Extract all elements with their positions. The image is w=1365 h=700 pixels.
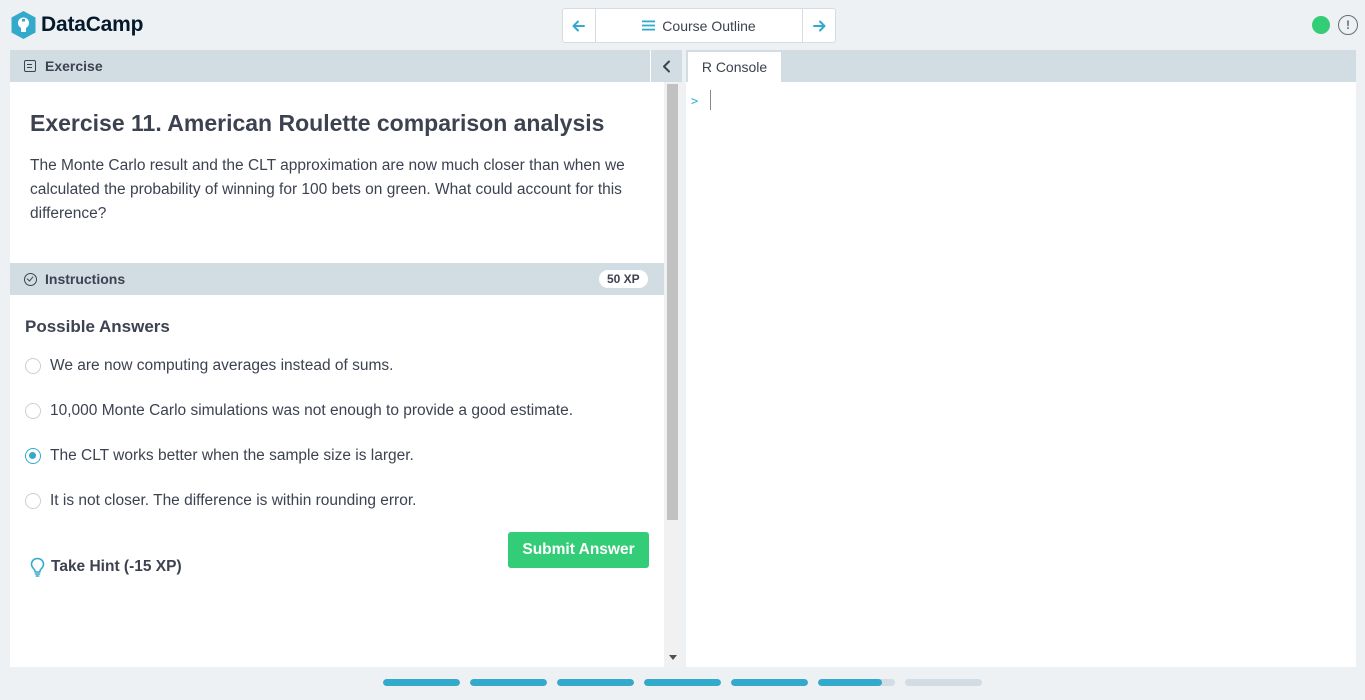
collapse-panel-button[interactable] [650, 50, 682, 82]
r-console-input[interactable]: > [686, 82, 1356, 667]
console-tab-bar: R Console [686, 50, 1356, 82]
scrollbar-thumb[interactable] [667, 84, 678, 520]
progress-segment[interactable] [905, 679, 982, 686]
progress-segment[interactable] [470, 679, 547, 686]
answer-option-2[interactable]: 10,000 Monte Carlo simulations was not e… [25, 400, 573, 422]
check-circle-icon [24, 272, 37, 286]
possible-answers-title: Possible Answers [25, 317, 170, 336]
exercise-header: Exercise [10, 50, 682, 82]
alert-icon[interactable]: ! [1338, 15, 1358, 35]
exercise-progress-bar [383, 679, 982, 686]
chevron-left-icon [663, 60, 670, 72]
answer-label: It is not closer. The difference is with… [50, 492, 417, 509]
next-exercise-button[interactable] [802, 9, 835, 42]
progress-segment[interactable] [731, 679, 808, 686]
course-navigation: Course Outline [562, 8, 836, 43]
progress-segment-fill [557, 679, 634, 686]
answer-label: 10,000 Monte Carlo simulations was not e… [50, 402, 574, 419]
progress-segment-fill [731, 679, 808, 686]
radio-button-selected[interactable] [25, 448, 41, 464]
answer-label: We are now computing averages instead of… [50, 357, 394, 374]
datacamp-logo[interactable]: DataCamp [10, 10, 143, 40]
tab-r-console[interactable]: R Console [688, 52, 781, 82]
exercise-title: Exercise 11. American Roulette compariso… [30, 110, 605, 136]
exercise-panel: Exercise Exercise 11. American Roulette … [10, 50, 682, 667]
radio-button[interactable] [25, 493, 41, 509]
answer-label: The CLT works better when the sample siz… [50, 447, 414, 464]
exercise-content: Exercise 11. American Roulette compariso… [10, 82, 664, 667]
top-bar: DataCamp Course Outline ! [0, 0, 1365, 50]
console-panel: R Console > [686, 50, 1356, 667]
answer-option-4[interactable]: It is not closer. The difference is with… [25, 490, 416, 512]
progress-segment-fill [818, 679, 882, 686]
exercise-header-label: Exercise [45, 58, 103, 74]
session-status-indicator [1312, 16, 1330, 34]
answer-option-3[interactable]: The CLT works better when the sample siz… [25, 445, 414, 467]
scroll-down-arrow-icon[interactable] [669, 655, 677, 660]
radio-button[interactable] [25, 403, 41, 419]
answer-option-1[interactable]: We are now computing averages instead of… [25, 355, 393, 377]
xp-badge: 50 XP [599, 270, 648, 288]
progress-segment[interactable] [557, 679, 634, 686]
console-prompt: > [691, 94, 699, 108]
radio-button[interactable] [25, 358, 41, 374]
instructions-label: Instructions [45, 271, 126, 287]
take-hint-label: Take Hint (-15 XP) [51, 558, 182, 575]
exercise-scrollbar[interactable] [664, 82, 682, 667]
text-caret [710, 90, 711, 110]
take-hint-button[interactable]: Take Hint (-15 XP) [30, 557, 182, 577]
course-outline-button[interactable]: Course Outline [596, 9, 802, 42]
arrow-left-icon [572, 20, 585, 31]
progress-segment[interactable] [644, 679, 721, 686]
document-icon [24, 60, 36, 72]
progress-segment[interactable] [818, 679, 895, 686]
course-outline-label: Course Outline [662, 17, 756, 34]
submit-answer-button[interactable]: Submit Answer [508, 532, 649, 568]
arrow-right-icon [813, 20, 826, 31]
datacamp-logo-icon [11, 11, 36, 39]
exercise-description: The Monte Carlo result and the CLT appro… [30, 157, 625, 222]
previous-exercise-button[interactable] [563, 9, 596, 42]
instructions-header: Instructions 50 XP [10, 263, 664, 295]
progress-segment-fill [470, 679, 547, 686]
progress-segment[interactable] [383, 679, 460, 686]
lightbulb-icon [30, 557, 45, 577]
menu-icon [642, 20, 656, 31]
progress-segment-fill [383, 679, 460, 686]
brand-name: DataCamp [41, 13, 144, 36]
progress-segment-fill [644, 679, 721, 686]
